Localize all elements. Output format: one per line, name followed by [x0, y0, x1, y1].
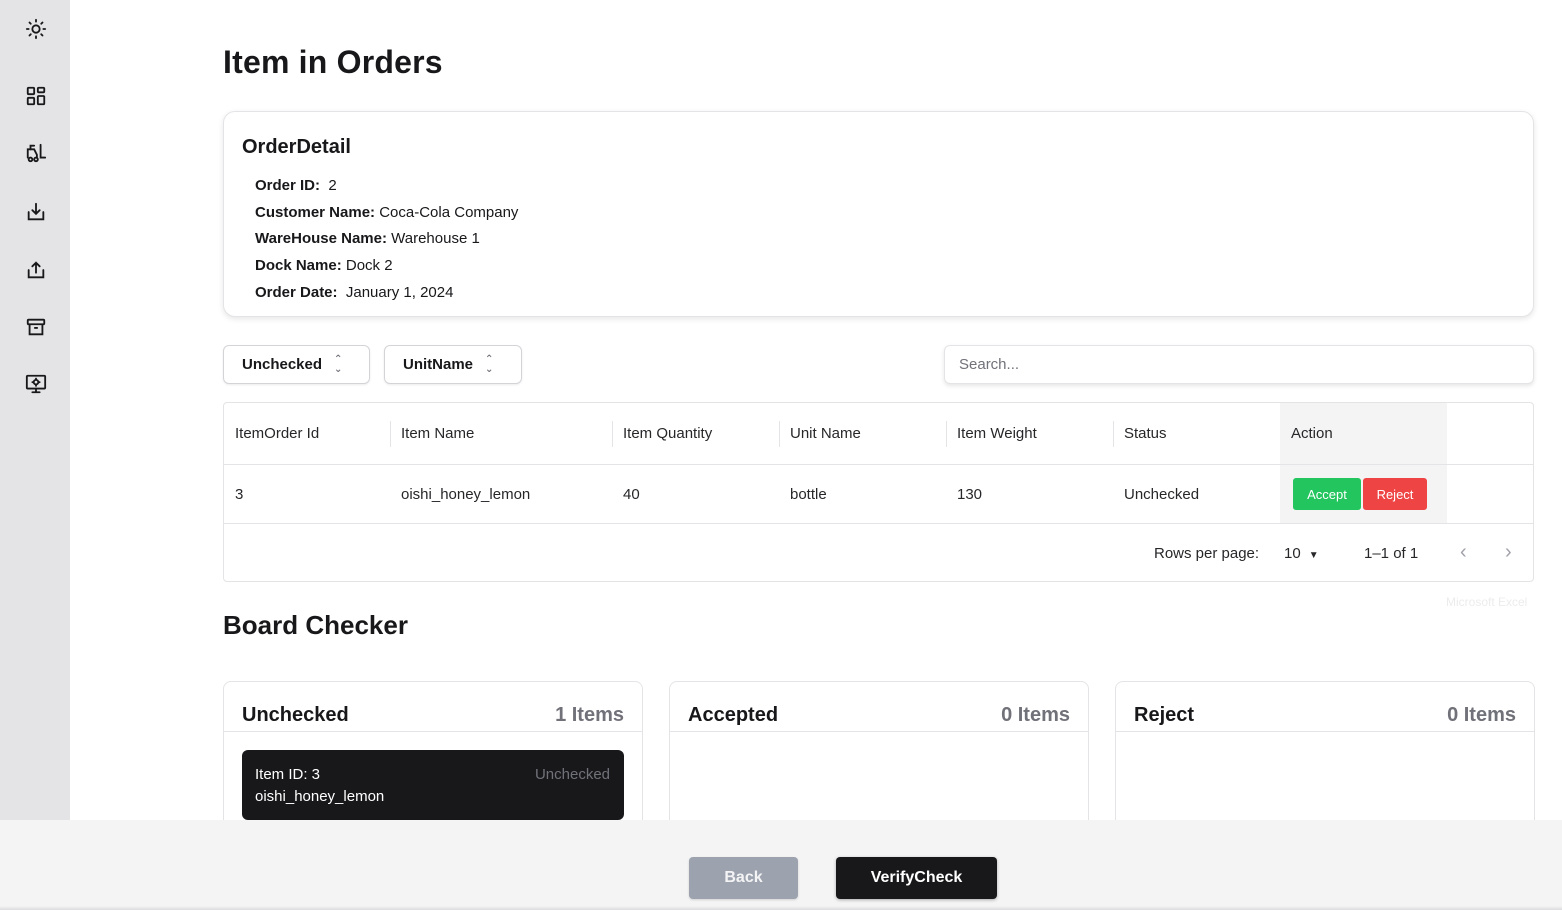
column-count: 1 Items	[555, 704, 624, 726]
outbound-icon[interactable]	[22, 256, 50, 284]
watermark-text: Microsoft Excel	[1446, 595, 1528, 609]
header-status[interactable]: Status	[1113, 403, 1280, 464]
bottom-action-bar: Back VerifyCheck	[0, 820, 1562, 910]
column-header: Reject 0 Items	[1116, 682, 1534, 732]
header-item-quantity[interactable]: Item Quantity	[612, 403, 779, 464]
customer-line: Customer Name: Coca-Cola Company	[255, 204, 518, 221]
back-button[interactable]: Back	[689, 857, 798, 899]
board-column-accepted: Accepted 0 Items	[669, 681, 1089, 820]
archive-icon[interactable]	[22, 313, 50, 341]
inbound-icon[interactable]	[22, 198, 50, 226]
warehouse-value: Warehouse 1	[391, 230, 480, 247]
bottom-divider	[0, 906, 1562, 910]
prev-page-icon[interactable]: ‹	[1460, 541, 1467, 564]
card-item-id: Item ID: 3	[255, 766, 321, 783]
forklift-icon[interactable]	[22, 139, 50, 167]
card-item-name: oishi_honey_lemon	[255, 788, 385, 805]
card-item-status: Unchecked	[534, 766, 610, 783]
accept-button[interactable]: Accept	[1293, 478, 1361, 510]
caret-down-icon: ▼	[1308, 550, 1319, 561]
board-column-reject: Reject 0 Items	[1115, 681, 1535, 820]
cell-item-name: oishi_honey_lemon	[401, 485, 531, 503]
rows-per-page-label: Rows per page:	[1154, 545, 1260, 562]
column-count: 0 Items	[1001, 704, 1070, 726]
table-pagination: Rows per page: 10 ▼ 1–1 of 1 ‹ ›	[224, 525, 1533, 581]
column-title: Unchecked	[242, 704, 349, 726]
sort-updown-icon: ⌃ ⌄	[485, 353, 494, 375]
unit-filter-select[interactable]: UnitName ⌃ ⌄	[384, 345, 522, 384]
order-id-label: Order ID:	[255, 177, 321, 194]
dock-value: Dock 2	[345, 257, 393, 274]
next-page-icon[interactable]: ›	[1505, 541, 1512, 564]
cell-itemorder-id: 3	[235, 485, 244, 503]
page-title: Item in Orders	[223, 44, 443, 80]
column-header: Unchecked 1 Items	[224, 682, 642, 732]
board-column-unchecked: Unchecked 1 Items Item ID: 3 oishi_honey…	[223, 681, 643, 820]
sort-updown-icon: ⌃ ⌄	[334, 353, 343, 375]
search-input[interactable]	[944, 345, 1534, 384]
table-header: ItemOrder Id Item Name Item Quantity Uni…	[224, 403, 1533, 465]
pagination-range: 1–1 of 1	[1364, 545, 1419, 562]
warehouse-line: WareHouse Name: Warehouse 1	[255, 230, 480, 247]
sun-icon[interactable]	[22, 15, 50, 43]
sidebar	[0, 0, 70, 820]
header-item-name[interactable]: Item Name	[390, 403, 612, 464]
order-detail-title: OrderDetail	[242, 136, 351, 158]
order-date-label: Order Date:	[255, 284, 338, 301]
header-itemorder-id[interactable]: ItemOrder Id	[224, 403, 390, 464]
order-date-line: Order Date: January 1, 2024	[255, 284, 453, 301]
unit-filter-value: UnitName	[403, 356, 474, 373]
table-row[interactable]: 3 oishi_honey_lemon 40 bottle 130 Unchec…	[224, 465, 1533, 524]
column-header: Accepted 0 Items	[670, 682, 1088, 732]
column-title: Reject	[1134, 704, 1195, 726]
customer-label: Customer Name:	[255, 204, 376, 221]
header-unit-name[interactable]: Unit Name	[779, 403, 946, 464]
order-detail-card: OrderDetail Order ID: 2 Customer Name: C…	[223, 111, 1534, 317]
customer-value: Coca-Cola Company	[379, 204, 519, 221]
header-item-weight[interactable]: Item Weight	[946, 403, 1113, 464]
items-table: ItemOrder Id Item Name Item Quantity Uni…	[223, 402, 1534, 582]
cell-unit-name: bottle	[790, 485, 827, 503]
verify-check-button[interactable]: VerifyCheck	[836, 857, 997, 899]
dock-line: Dock Name: Dock 2	[255, 257, 393, 274]
cell-item-weight: 130	[957, 485, 983, 503]
order-date-value: January 1, 2024	[345, 284, 454, 301]
board-item-card[interactable]: Item ID: 3 oishi_honey_lemon Unchecked	[242, 750, 624, 820]
header-action: Action	[1280, 403, 1447, 464]
cell-action: Accept Reject	[1280, 465, 1447, 523]
cell-status: Unchecked	[1124, 485, 1200, 503]
column-title: Accepted	[688, 704, 779, 726]
main-content: Item in Orders OrderDetail Order ID: 2 C…	[70, 0, 1562, 820]
board-title: Board Checker	[223, 610, 408, 640]
column-count: 0 Items	[1447, 704, 1516, 726]
cell-item-quantity: 40	[623, 485, 640, 503]
status-filter-select[interactable]: Unchecked ⌃ ⌄	[223, 345, 370, 384]
status-filter-value: Unchecked	[242, 356, 323, 373]
warehouse-label: WareHouse Name:	[255, 230, 387, 247]
rows-per-page-select[interactable]: 10 ▼	[1284, 545, 1319, 562]
dashboard-icon[interactable]	[22, 82, 50, 110]
reject-button[interactable]: Reject	[1363, 478, 1427, 510]
order-id-value: 2	[328, 177, 337, 194]
order-id-line: Order ID: 2	[255, 177, 337, 194]
dock-label: Dock Name:	[255, 257, 342, 274]
monitor-settings-icon[interactable]	[22, 370, 50, 398]
